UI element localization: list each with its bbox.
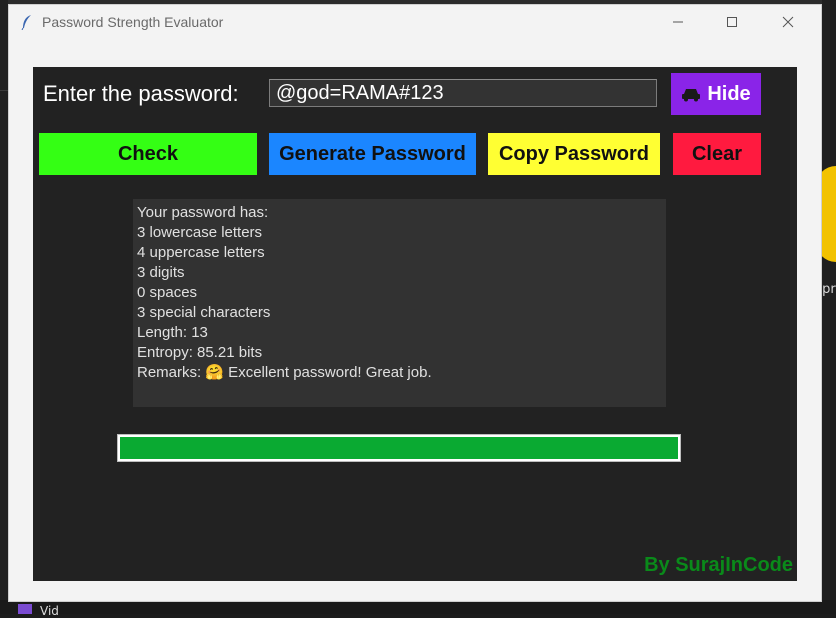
app-client-area: Enter the password: Hide Check Generate … (33, 67, 797, 581)
check-button[interactable]: Check (39, 133, 257, 175)
result-line: 3 lowercase letters (137, 224, 263, 241)
hide-button[interactable]: Hide (671, 73, 761, 115)
feather-icon (21, 15, 31, 30)
maximize-icon (727, 17, 737, 27)
taskbar-item-label: Vid (40, 604, 59, 618)
result-line: 0 spaces (137, 284, 198, 301)
result-line: 3 special characters (137, 304, 271, 321)
result-line: Your password has: (137, 204, 269, 221)
author-credit: By SurajInCode (644, 554, 793, 576)
result-line: 3 digits (137, 264, 185, 281)
video-folder-icon (18, 604, 32, 614)
taskbar-background (0, 600, 836, 614)
desktop-divider (0, 90, 8, 91)
result-line: Entropy: 85.21 bits (137, 344, 263, 361)
close-button[interactable] (765, 5, 811, 39)
window-title: Password Strength Evaluator (42, 14, 224, 30)
result-line: 4 uppercase letters (137, 244, 265, 261)
maximize-button[interactable] (709, 5, 755, 39)
hide-car-icon (682, 89, 701, 102)
minimize-icon (673, 21, 683, 23)
minimize-button[interactable] (655, 5, 701, 39)
desktop-background-left (0, 0, 8, 614)
password-label: Enter the password: (43, 81, 239, 106)
password-input[interactable] (269, 79, 657, 107)
app-window: Password Strength Evaluator Enter the pa… (8, 4, 822, 602)
strength-progress-bar (117, 434, 681, 462)
clear-button[interactable]: Clear (673, 133, 761, 175)
hide-button-label: Hide (707, 82, 751, 105)
result-line: Length: 13 (137, 324, 208, 341)
desktop-background-right (822, 0, 836, 614)
generate-password-button[interactable]: Generate Password (269, 133, 476, 175)
result-panel: Your password has: 3 lowercase letters 4… (133, 199, 666, 407)
strength-progress-fill (120, 437, 678, 459)
close-icon (782, 16, 794, 28)
copy-password-button[interactable]: Copy Password (488, 133, 660, 175)
title-bar[interactable]: Password Strength Evaluator (9, 5, 821, 39)
result-remarks: Remarks: 🤗 Excellent password! Great job… (137, 364, 432, 381)
